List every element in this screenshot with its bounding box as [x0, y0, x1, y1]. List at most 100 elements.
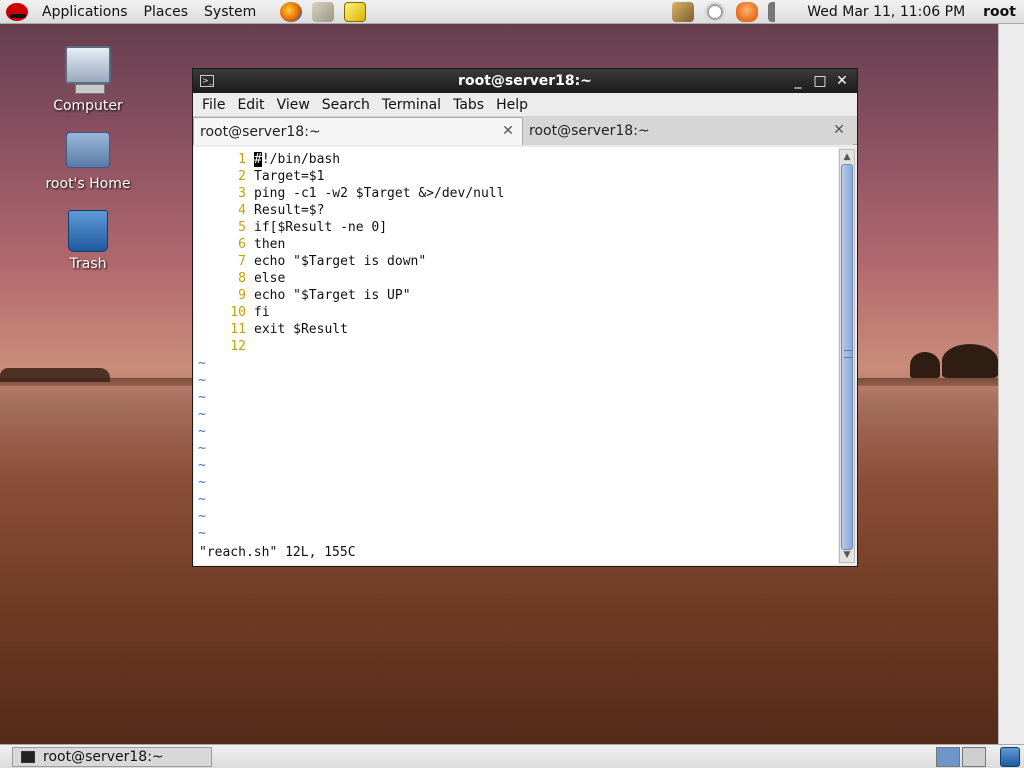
- scrollbar-thumb[interactable]: [841, 164, 853, 550]
- firefox-icon[interactable]: [280, 1, 303, 22]
- treeline-left: [0, 368, 110, 382]
- line-number: 11: [230, 322, 246, 337]
- tree-right: [942, 344, 998, 378]
- line-number: 8: [238, 271, 246, 286]
- maximize-button[interactable]: □: [809, 73, 831, 89]
- line-number: 4: [238, 203, 246, 218]
- code-line: 1 #!/bin/bash: [194, 151, 838, 168]
- text-cursor: #: [254, 152, 262, 167]
- empty-line-marker: ~: [198, 492, 206, 507]
- title-bar[interactable]: >_ root@server18:~ _ □ ✕: [193, 69, 857, 93]
- terminal-window: >_ root@server18:~ _ □ ✕ File Edit View …: [192, 68, 858, 567]
- tab-label: root@server18:~: [529, 123, 650, 139]
- tab-1[interactable]: root@server18:~ ✕: [193, 117, 523, 145]
- computer-icon: [65, 46, 111, 94]
- desktop-icon-trash[interactable]: Trash: [38, 210, 138, 272]
- empty-line-marker: ~: [198, 475, 206, 490]
- code-line: 12: [194, 338, 838, 355]
- trash-icon[interactable]: [1000, 747, 1020, 767]
- redhat-logo-icon: [6, 2, 28, 21]
- line-text: Target=$1: [254, 169, 325, 184]
- empty-line-marker: ~: [198, 424, 206, 439]
- tree-right-small: [910, 352, 940, 378]
- menu-search[interactable]: Search: [316, 97, 376, 113]
- line-text: echo "$Target is UP": [254, 288, 411, 303]
- close-button[interactable]: ✕: [831, 73, 853, 89]
- empty-line-marker: ~: [198, 526, 206, 541]
- user-menu[interactable]: root: [983, 4, 1016, 20]
- mail-icon[interactable]: [312, 1, 335, 22]
- empty-line-marker: ~: [198, 458, 206, 473]
- scroll-up-icon[interactable]: ▲: [840, 150, 854, 164]
- menu-places[interactable]: Places: [136, 4, 197, 20]
- trash-icon: [68, 210, 108, 252]
- vim-buffer: 1 #!/bin/bash 2 Target=$1 3 ping -c1 -w2 $T…: [194, 147, 838, 542]
- home-folder-icon: [66, 132, 110, 168]
- gauge-icon[interactable]: [704, 2, 727, 22]
- line-number: 10: [230, 305, 246, 320]
- menu-file[interactable]: File: [196, 97, 231, 113]
- applications-menu[interactable]: Applications: [0, 2, 136, 21]
- close-tab-icon[interactable]: ✕: [500, 123, 516, 139]
- line-text: then: [254, 237, 286, 252]
- vim-status-line: "reach.sh" 12L, 155C: [199, 545, 356, 560]
- line-text: echo "$Target is down": [254, 254, 427, 269]
- desktop-icon-computer[interactable]: Computer: [38, 46, 138, 114]
- code-line: 3 ping -c1 -w2 $Target &>/dev/null: [194, 185, 838, 202]
- desktop-icon-label: Trash: [69, 256, 107, 272]
- workspace-2[interactable]: [962, 747, 986, 767]
- line-number: 7: [238, 254, 246, 269]
- minimize-button[interactable]: _: [787, 73, 809, 89]
- code-line: 11 exit $Result: [194, 321, 838, 338]
- menu-view[interactable]: View: [271, 97, 316, 113]
- code-line: 9 echo "$Target is UP": [194, 287, 838, 304]
- line-number: 5: [238, 220, 246, 235]
- menu-bar: File Edit View Search Terminal Tabs Help: [193, 93, 857, 117]
- scroll-down-icon[interactable]: ▼: [840, 548, 854, 562]
- package-updater-icon[interactable]: [672, 2, 695, 22]
- line-text: ping -c1 -w2 $Target &>/dev/null: [254, 186, 505, 201]
- volume-icon[interactable]: [768, 2, 787, 22]
- line-text: exit $Result: [254, 322, 348, 337]
- tab-2[interactable]: root@server18:~ ✕: [523, 117, 853, 145]
- tab-bar: root@server18:~ ✕ root@server18:~ ✕: [193, 117, 857, 145]
- vertical-scrollbar[interactable]: ▲ ▼: [839, 149, 855, 563]
- code-line: 7 echo "$Target is down": [194, 253, 838, 270]
- line-number: 1: [238, 152, 246, 167]
- code-line: 8 else: [194, 270, 838, 287]
- line-number: 2: [238, 169, 246, 184]
- taskbar-label: root@server18:~: [43, 749, 164, 765]
- code-line: 5 if[$Result -ne 0]: [194, 219, 838, 236]
- line-text: fi: [254, 305, 270, 320]
- menu-system[interactable]: System: [196, 4, 264, 20]
- taskbar-item-terminal[interactable]: root@server18:~: [12, 747, 212, 767]
- code-line: 2 Target=$1: [194, 168, 838, 185]
- desktop-right-edge: [998, 24, 1024, 744]
- menu-applications[interactable]: Applications: [34, 4, 136, 20]
- desktop-icon-home[interactable]: root's Home: [38, 132, 138, 192]
- clock[interactable]: Wed Mar 11, 11:06 PM: [807, 4, 965, 20]
- empty-line-marker: ~: [198, 356, 206, 371]
- close-tab-icon[interactable]: ✕: [831, 122, 847, 138]
- empty-line-marker: ~: [198, 373, 206, 388]
- bottom-panel: root@server18:~: [0, 744, 1024, 768]
- menu-edit[interactable]: Edit: [231, 97, 270, 113]
- line-text: !/bin/bash: [261, 152, 341, 167]
- grip-icon: [844, 350, 852, 358]
- notes-icon[interactable]: [344, 1, 367, 22]
- desktop-icon-label: root's Home: [45, 176, 131, 192]
- empty-line-marker: ~: [198, 390, 206, 405]
- menu-help[interactable]: Help: [490, 97, 534, 113]
- alert-icon[interactable]: [736, 2, 759, 22]
- desktop-icon-label: Computer: [53, 98, 123, 114]
- terminal-content[interactable]: 1 #!/bin/bash 2 Target=$1 3 ping -c1 -w2 $T…: [194, 147, 838, 565]
- line-number: 12: [230, 339, 246, 354]
- line-number: 3: [238, 186, 246, 201]
- workspace-1[interactable]: [936, 747, 960, 767]
- line-text: if[$Result -ne 0]: [254, 220, 388, 235]
- menu-terminal[interactable]: Terminal: [376, 97, 447, 113]
- code-line: 10 fi: [194, 304, 838, 321]
- menu-tabs[interactable]: Tabs: [447, 97, 490, 113]
- empty-line-marker: ~: [198, 441, 206, 456]
- code-line: 4 Result=$?: [194, 202, 838, 219]
